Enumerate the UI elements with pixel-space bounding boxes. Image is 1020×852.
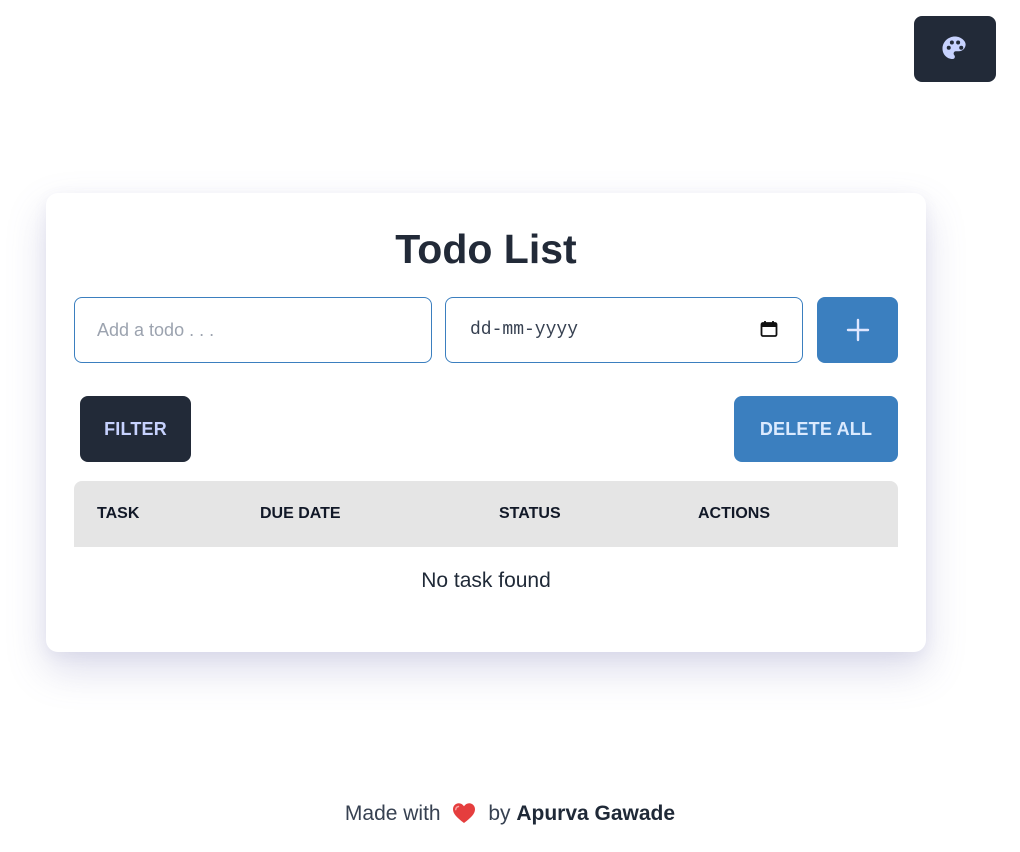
filter-button[interactable]: FILTER [80,396,191,462]
footer-prefix: Made with [344,802,441,825]
todo-input[interactable] [74,297,432,363]
footer-author: Apurva Gawade [516,802,676,825]
column-header-due-date: DUE DATE [260,505,341,522]
heart-icon [453,803,476,823]
todo-card: Todo List dd-mm-yyyy FILTER DELETE ALL T… [46,193,926,652]
footer: Made with by Apurva Gawade [0,800,1020,828]
add-todo-button[interactable] [817,297,898,363]
calendar-icon[interactable] [760,320,778,338]
empty-state-message: No task found [421,569,551,592]
column-header-actions: ACTIONS [698,505,770,522]
column-header-status: STATUS [499,505,561,522]
column-header-task: TASK [97,505,140,522]
table-header: TASK DUE DATE STATUS ACTIONS [74,481,898,547]
delete-all-button[interactable]: DELETE ALL [734,396,898,462]
footer-middle: by [488,802,511,825]
palette-icon [942,36,966,59]
page-title: Todo List [395,226,577,272]
due-date-input[interactable]: dd-mm-yyyy [445,297,803,363]
plus-icon [846,318,869,342]
theme-toggle-button[interactable] [914,16,996,82]
page: Todo List dd-mm-yyyy FILTER DELETE ALL T… [0,0,1020,852]
date-placeholder: dd-mm-yyyy [470,320,579,340]
